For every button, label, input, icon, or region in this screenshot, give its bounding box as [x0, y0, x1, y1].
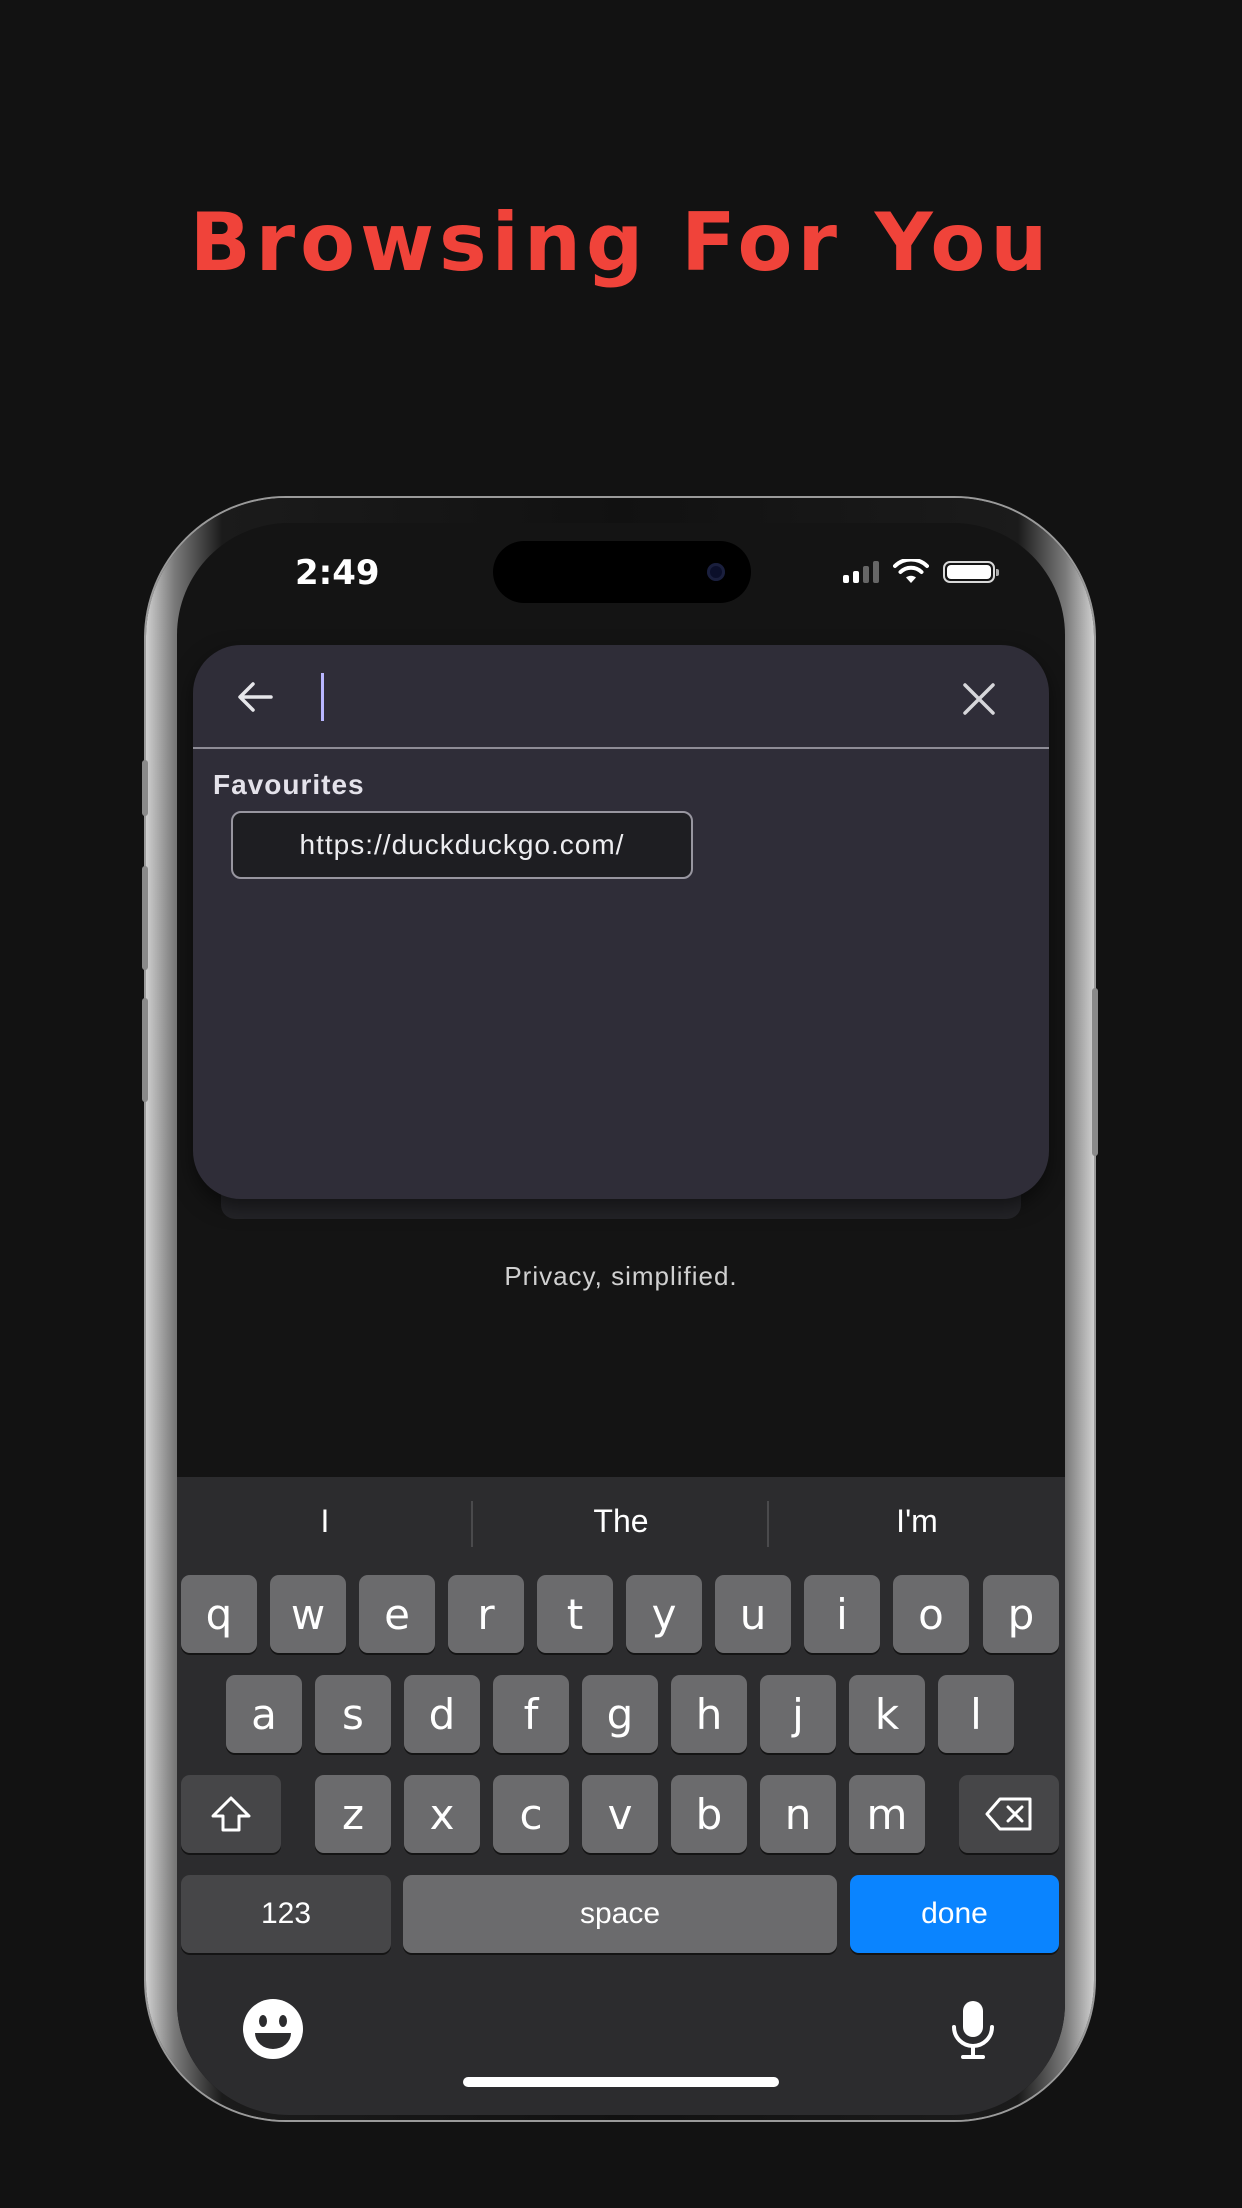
delete-key[interactable] [959, 1775, 1059, 1853]
key-d[interactable]: d [404, 1675, 480, 1753]
phone-screen: 2:49 Favourites https://duckduckgo.com/ … [177, 523, 1065, 2115]
key-w[interactable]: w [270, 1575, 346, 1653]
key-e[interactable]: e [359, 1575, 435, 1653]
suggestion-item[interactable]: I [177, 1503, 473, 1540]
key-v[interactable]: v [582, 1775, 658, 1853]
arrow-left-icon[interactable] [233, 675, 277, 719]
key-j[interactable]: j [760, 1675, 836, 1753]
backspace-icon [985, 1797, 1032, 1831]
numbers-key[interactable]: 123 [181, 1875, 391, 1953]
suggestion-item[interactable]: The [473, 1503, 769, 1540]
search-panel: Favourites https://duckduckgo.com/ [193, 645, 1049, 1199]
key-q[interactable]: q [181, 1575, 257, 1653]
status-time: 2:49 [295, 553, 380, 593]
search-input[interactable] [329, 669, 873, 727]
key-l[interactable]: l [938, 1675, 1014, 1753]
key-h[interactable]: h [671, 1675, 747, 1753]
favourites-heading: Favourites [213, 769, 365, 800]
suggestion-item[interactable]: I'm [769, 1503, 1065, 1540]
dynamic-island [493, 541, 751, 603]
key-s[interactable]: s [315, 1675, 391, 1753]
battery-icon [943, 561, 999, 583]
status-icons [843, 559, 999, 585]
close-icon[interactable] [961, 681, 997, 717]
key-x[interactable]: x [404, 1775, 480, 1853]
key-y[interactable]: y [626, 1575, 702, 1653]
key-z[interactable]: z [315, 1775, 391, 1853]
key-i[interactable]: i [804, 1575, 880, 1653]
promo-headline: Browsing For You [189, 196, 1053, 289]
key-c[interactable]: c [493, 1775, 569, 1853]
key-p[interactable]: p [983, 1575, 1059, 1653]
key-r[interactable]: r [448, 1575, 524, 1653]
suggestion-bar: I The I'm [177, 1477, 1065, 1573]
shift-key[interactable] [181, 1775, 281, 1853]
key-a[interactable]: a [226, 1675, 302, 1753]
key-u[interactable]: u [715, 1575, 791, 1653]
keyboard: I The I'm q w e r t y u i o p a s d f g … [177, 1477, 1065, 2115]
key-g[interactable]: g [582, 1675, 658, 1753]
key-b[interactable]: b [671, 1775, 747, 1853]
search-bar [193, 645, 1049, 749]
key-f[interactable]: f [493, 1675, 569, 1753]
wifi-icon [893, 559, 929, 583]
text-cursor [321, 673, 324, 721]
key-n[interactable]: n [760, 1775, 836, 1853]
home-indicator [463, 2077, 779, 2087]
tagline: Privacy, simplified. [504, 1261, 738, 1291]
favourite-link[interactable]: https://duckduckgo.com/ [231, 811, 693, 879]
key-m[interactable]: m [849, 1775, 925, 1853]
key-o[interactable]: o [893, 1575, 969, 1653]
shift-icon [211, 1796, 251, 1832]
camera-icon [707, 563, 725, 581]
done-key[interactable]: done [850, 1875, 1059, 1953]
volume-down-button [142, 998, 148, 1102]
emoji-icon[interactable] [241, 1997, 305, 2061]
key-t[interactable]: t [537, 1575, 613, 1653]
microphone-icon[interactable] [941, 1997, 1005, 2061]
action-button [142, 760, 148, 816]
cellular-signal-icon [843, 561, 879, 583]
volume-up-button [142, 866, 148, 970]
power-button [1092, 988, 1098, 1156]
space-key[interactable]: space [403, 1875, 837, 1953]
key-k[interactable]: k [849, 1675, 925, 1753]
